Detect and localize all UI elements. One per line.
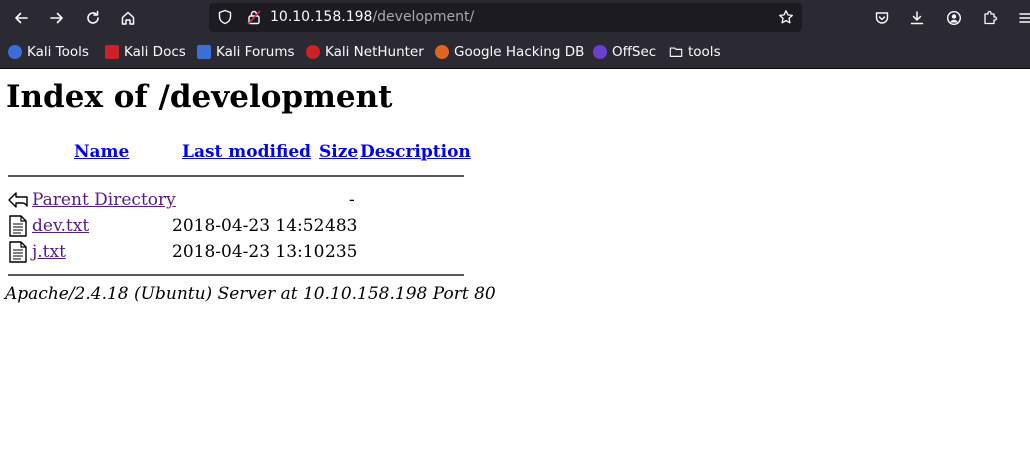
footer-divider (8, 274, 464, 276)
bookmark-kali-forums[interactable]: Kali Forums (197, 43, 295, 61)
reload-icon (87, 10, 99, 24)
bookmark-label: Kali Tools (27, 44, 89, 60)
row-size: - (349, 190, 355, 210)
table-row[interactable]: j.txt (32, 242, 66, 262)
table-row[interactable]: Parent Directory (32, 190, 176, 210)
url-path: /development/ (372, 9, 475, 25)
bookmark-label: tools (688, 44, 721, 60)
home-button[interactable] (114, 4, 142, 32)
url-text[interactable]: 10.10.158.198/development/ (270, 8, 474, 26)
download-icon (910, 11, 924, 25)
arrow-right-icon (50, 12, 63, 24)
bookmark-label: Kali NetHunter (325, 44, 424, 60)
bookmark-google-hacking-db[interactable]: Google Hacking DB (435, 43, 584, 61)
file-link-dev-txt[interactable]: dev.txt (32, 216, 89, 236)
forward-button[interactable] (43, 4, 71, 32)
bookmarks-toolbar: Kali Tools Kali Docs Kali Forums Kali Ne… (0, 36, 1030, 69)
column-header-last-modified[interactable]: Last modified (182, 142, 311, 162)
bookmark-kali-tools[interactable]: Kali Tools (8, 43, 89, 61)
arrow-left-icon (15, 12, 28, 24)
pocket-icon (875, 12, 889, 24)
sort-by-description-link[interactable]: Description (360, 142, 471, 162)
text-file-icon (9, 215, 27, 237)
browser-chrome: 10.10.158.198/development/ Kali Tools Ka… (0, 0, 1030, 69)
header-divider (8, 175, 464, 177)
bookmark-label: OffSec (612, 44, 657, 60)
account-icon (946, 10, 962, 26)
row-last-modified: 2018-04-23 13:10 (172, 242, 325, 262)
file-link-j-txt[interactable]: j.txt (32, 242, 66, 262)
exploit-db-icon (435, 45, 449, 59)
page-title: Index of /development (6, 79, 393, 115)
row-last-modified: 2018-04-23 14:52 (172, 216, 325, 236)
shield-icon[interactable] (217, 9, 233, 25)
sort-by-last-modified-link[interactable]: Last modified (182, 142, 311, 162)
kali-docs-icon (105, 45, 119, 59)
hamburger-menu-icon (1019, 13, 1030, 23)
sort-by-size-link[interactable]: Size (319, 142, 358, 162)
pocket-button[interactable] (868, 4, 896, 32)
column-header-description[interactable]: Description (360, 142, 471, 162)
reload-button[interactable] (79, 4, 107, 32)
url-bar[interactable]: 10.10.158.198/development/ (209, 3, 802, 32)
offsec-icon (593, 45, 607, 59)
back-icon (8, 192, 28, 208)
row-size: 235 (325, 242, 358, 262)
parent-directory-link[interactable]: Parent Directory (32, 190, 176, 210)
insecure-lock-icon[interactable] (246, 9, 262, 25)
url-host: 10.10.158.198 (270, 9, 373, 25)
account-button[interactable] (940, 4, 968, 32)
bookmark-offsec[interactable]: OffSec (593, 43, 656, 61)
back-button[interactable] (7, 4, 35, 32)
bookmark-folder-tools[interactable]: tools (669, 43, 721, 61)
bookmark-label: Google Hacking DB (454, 44, 585, 60)
server-signature: Apache/2.4.18 (Ubuntu) Server at 10.10.1… (5, 284, 496, 304)
puzzle-icon (984, 10, 998, 25)
bookmark-label: Kali Forums (216, 44, 295, 60)
column-header-name[interactable]: Name (74, 142, 129, 162)
row-size: 483 (325, 216, 358, 236)
bookmark-kali-nethunter[interactable]: Kali NetHunter (306, 43, 424, 61)
navigation-toolbar: 10.10.158.198/development/ (0, 0, 1030, 36)
extensions-button[interactable] (976, 4, 1004, 32)
folder-icon (669, 47, 683, 57)
column-header-size[interactable]: Size (319, 142, 358, 162)
kali-forums-icon (197, 45, 211, 59)
table-row[interactable]: dev.txt (32, 216, 89, 236)
sort-by-name-link[interactable]: Name (74, 142, 129, 162)
downloads-button[interactable] (903, 4, 931, 32)
bookmark-label: Kali Docs (124, 44, 186, 60)
text-file-icon (9, 241, 27, 263)
bookmark-star-icon[interactable] (778, 9, 794, 25)
home-icon (121, 11, 135, 25)
menu-button[interactable] (1012, 4, 1030, 32)
kali-nethunter-icon (306, 45, 320, 59)
kali-tools-icon (8, 45, 22, 59)
bookmark-kali-docs[interactable]: Kali Docs (105, 43, 186, 61)
